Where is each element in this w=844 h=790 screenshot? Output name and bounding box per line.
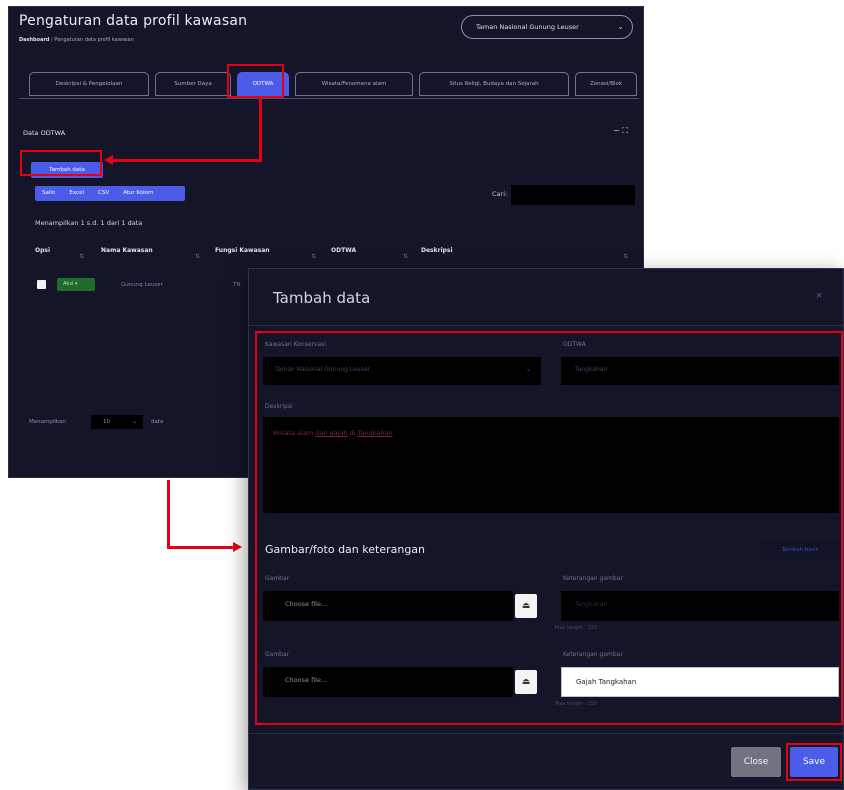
search-input[interactable] xyxy=(511,185,635,205)
max-length-hint: Max length : 255 xyxy=(555,625,598,631)
tab-bar: Deskripsi & Pengelolaan Sumber Daya ODTW… xyxy=(19,69,639,99)
kawasan-select-value: Taman Nasional Gunung Leuser xyxy=(275,366,370,373)
column-visibility-button[interactable]: Atur Kolom xyxy=(116,186,160,201)
modal-title: Tambah data xyxy=(273,289,371,307)
tab-deskripsi[interactable]: Deskripsi & Pengelolaan xyxy=(29,72,149,96)
deskripsi-label: Deskripsi xyxy=(265,403,293,410)
th-nama-kawasan[interactable]: Nama Kawasan xyxy=(101,247,153,254)
image-label: Gambar xyxy=(265,575,290,582)
odtwa-label: ODTWA xyxy=(563,341,586,348)
tab-wisata[interactable]: Wisata/Fenomena alam xyxy=(295,72,413,96)
annotation-line xyxy=(112,159,262,162)
max-length-hint: Max length : 255 xyxy=(555,701,598,707)
annotation-line xyxy=(167,480,170,548)
th-opsi[interactable]: Opsi xyxy=(35,247,50,254)
th-deskripsi[interactable]: Deskripsi xyxy=(421,247,453,254)
deskripsi-text: di xyxy=(347,429,358,437)
file-input[interactable]: Choose file... xyxy=(263,667,513,697)
caption-label: Keterangan gambar xyxy=(563,575,623,582)
highlight-odtwa-tab xyxy=(227,64,284,98)
sort-icon: ⇅ xyxy=(403,253,409,260)
area-select-value: Taman Nasional Gunung Leuser xyxy=(476,23,579,31)
sort-icon: ⇅ xyxy=(195,253,201,260)
breadcrumb: Dashboard / Pengaturan data profil kawas… xyxy=(19,37,134,43)
collapse-maximize-icon[interactable]: − ⛶ xyxy=(613,126,628,136)
highlight-save-button xyxy=(786,743,842,781)
page-length-label: Menampilkan xyxy=(29,419,66,425)
deskripsi-text: dan xyxy=(315,429,330,437)
deskripsi-text: alam xyxy=(297,429,316,437)
th-odtwa[interactable]: ODTWA xyxy=(331,247,356,254)
sort-icon: ⇅ xyxy=(311,253,317,260)
file-input[interactable]: Choose file... xyxy=(263,591,513,621)
area-select[interactable]: Taman Nasional Gunung Leuser ⌄ xyxy=(461,15,633,39)
tab-zonasi[interactable]: Zonasi/Blok xyxy=(575,72,637,96)
upload-icon[interactable]: ⏏ xyxy=(515,594,537,618)
caption-input[interactable]: Gajah Tangkahan xyxy=(561,667,839,697)
deskripsi-textarea[interactable]: Wisata alam dan gajah di Tangkahan xyxy=(263,417,839,513)
deskripsi-text: Tangkahan xyxy=(357,429,393,437)
table-info: Menampilkan 1 s.d. 1 dari 1 data xyxy=(35,219,143,227)
upload-icon[interactable]: ⏏ xyxy=(515,670,537,694)
page-length-suffix: data xyxy=(151,419,164,425)
annotation-arrow-right xyxy=(233,542,242,552)
page-title: Pengaturan data profil kawasan xyxy=(19,13,248,29)
excel-button[interactable]: Excel xyxy=(62,186,91,201)
kawasan-label: Kawasan Konservasi xyxy=(265,341,327,348)
gallery-title: Gambar/foto dan keterangan xyxy=(265,543,426,556)
close-icon[interactable]: × xyxy=(815,291,823,301)
search-label: Cari: xyxy=(492,190,508,198)
annotation-line xyxy=(167,546,235,549)
highlight-form-body xyxy=(255,331,843,725)
chevron-down-icon: ⌄ xyxy=(525,366,531,373)
caption-label: Keterangan gambar xyxy=(563,651,623,658)
sort-icon: ⇅ xyxy=(623,253,629,260)
chevron-down-icon: ⌄ xyxy=(617,22,624,31)
chevron-down-icon: ⌄ xyxy=(132,419,137,425)
add-data-modal: Tambah data × Kawasan Konservasi Taman N… xyxy=(248,268,844,790)
sort-icon: ⇅ xyxy=(79,253,85,260)
deskripsi-text: Wisata xyxy=(273,429,298,437)
highlight-add-button xyxy=(20,150,102,176)
row-fungsi-kawasan: TN xyxy=(233,282,241,288)
add-row-button[interactable]: Tambah baris xyxy=(761,541,839,559)
export-button-group: Salin Excel CSV Atur Kolom xyxy=(35,186,185,201)
tab-situs[interactable]: Situs Religi, Budaya dan Sejarah xyxy=(419,72,569,96)
annotation-line xyxy=(259,98,262,162)
row-checkbox[interactable] xyxy=(37,280,46,289)
deskripsi-text: gajah xyxy=(329,429,348,437)
row-nama-kawasan: Gunung Leuser xyxy=(121,282,163,288)
breadcrumb-home[interactable]: Dashboard xyxy=(19,37,50,43)
page-length-value: 10 xyxy=(103,419,110,425)
th-fungsi-kawasan[interactable]: Fungsi Kawasan xyxy=(215,247,270,254)
csv-button[interactable]: CSV xyxy=(91,186,116,201)
divider xyxy=(249,733,843,734)
annotation-arrow-left xyxy=(104,155,113,165)
page-length-select[interactable]: 10 ⌄ xyxy=(91,415,143,429)
row-action-dropdown[interactable]: Aksi ▾ xyxy=(57,278,95,291)
table-header: Opsi ⇅ Nama Kawasan ⇅ Fungsi Kawasan ⇅ O… xyxy=(35,243,635,263)
tab-sumber-daya[interactable]: Sumber Daya xyxy=(155,72,231,96)
breadcrumb-current: / Pengaturan data profil kawasan xyxy=(51,37,134,43)
caption-input[interactable]: Tangkahan xyxy=(561,591,839,621)
section-title: Data ODTWA xyxy=(23,129,66,137)
close-button[interactable]: Close xyxy=(731,747,781,777)
kawasan-select[interactable]: Taman Nasional Gunung Leuser ⌄ xyxy=(263,357,541,385)
divider xyxy=(249,325,843,326)
odtwa-input[interactable]: Tangkahan xyxy=(561,357,839,385)
copy-button[interactable]: Salin xyxy=(35,186,62,201)
image-label: Gambar xyxy=(265,651,290,658)
